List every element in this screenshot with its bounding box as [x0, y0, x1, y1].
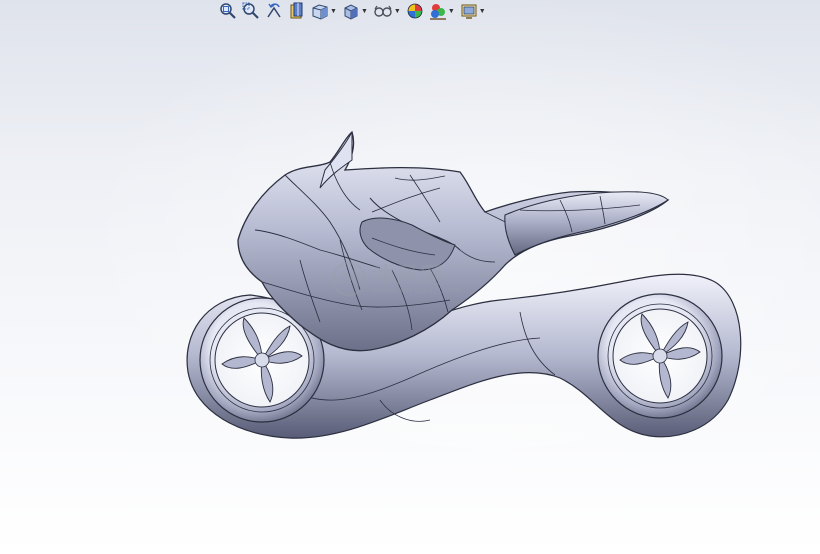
motorcycle-model[interactable] [0, 0, 820, 554]
view-settings-menu-caret-icon[interactable]: ▼ [479, 8, 486, 15]
display-style-button[interactable]: ▼ [341, 1, 369, 21]
view-orientation-icon [312, 4, 328, 20]
previous-view-icon [267, 3, 281, 18]
graphics-viewport[interactable]: 沐风网 www.mfcad.com ▼ ▼ ▼ ▼ ▼ [0, 0, 820, 554]
rear-wheel [597, 293, 723, 419]
zoom-to-fit-button[interactable] [218, 1, 238, 21]
view-orientation-menu-caret-icon[interactable]: ▼ [330, 8, 337, 15]
view-settings-icon [461, 4, 477, 19]
view-settings-button[interactable]: ▼ [459, 1, 487, 21]
section-view-button[interactable] [287, 1, 307, 21]
zoom-fit-icon [220, 3, 236, 19]
hide-show-items-button[interactable]: ▼ [372, 1, 402, 21]
edit-appearance-button[interactable] [405, 1, 425, 21]
hide-show-icon [374, 5, 392, 17]
appearance-icon [407, 3, 423, 19]
hide-show-menu-caret-icon[interactable]: ▼ [394, 8, 401, 15]
zoom-to-area-button[interactable] [241, 1, 261, 21]
apply-scene-menu-caret-icon[interactable]: ▼ [448, 8, 455, 15]
view-orientation-button[interactable]: ▼ [310, 1, 338, 21]
apply-scene-button[interactable]: ▼ [428, 1, 456, 21]
previous-view-button[interactable] [264, 1, 284, 21]
zoom-area-icon [242, 2, 259, 19]
scene-icon [429, 4, 446, 20]
heads-up-view-toolbar: ▼ ▼ ▼ ▼ ▼ [218, 0, 487, 22]
display-style-menu-caret-icon[interactable]: ▼ [361, 8, 368, 15]
display-style-icon [344, 4, 358, 20]
section-view-icon [290, 2, 303, 19]
